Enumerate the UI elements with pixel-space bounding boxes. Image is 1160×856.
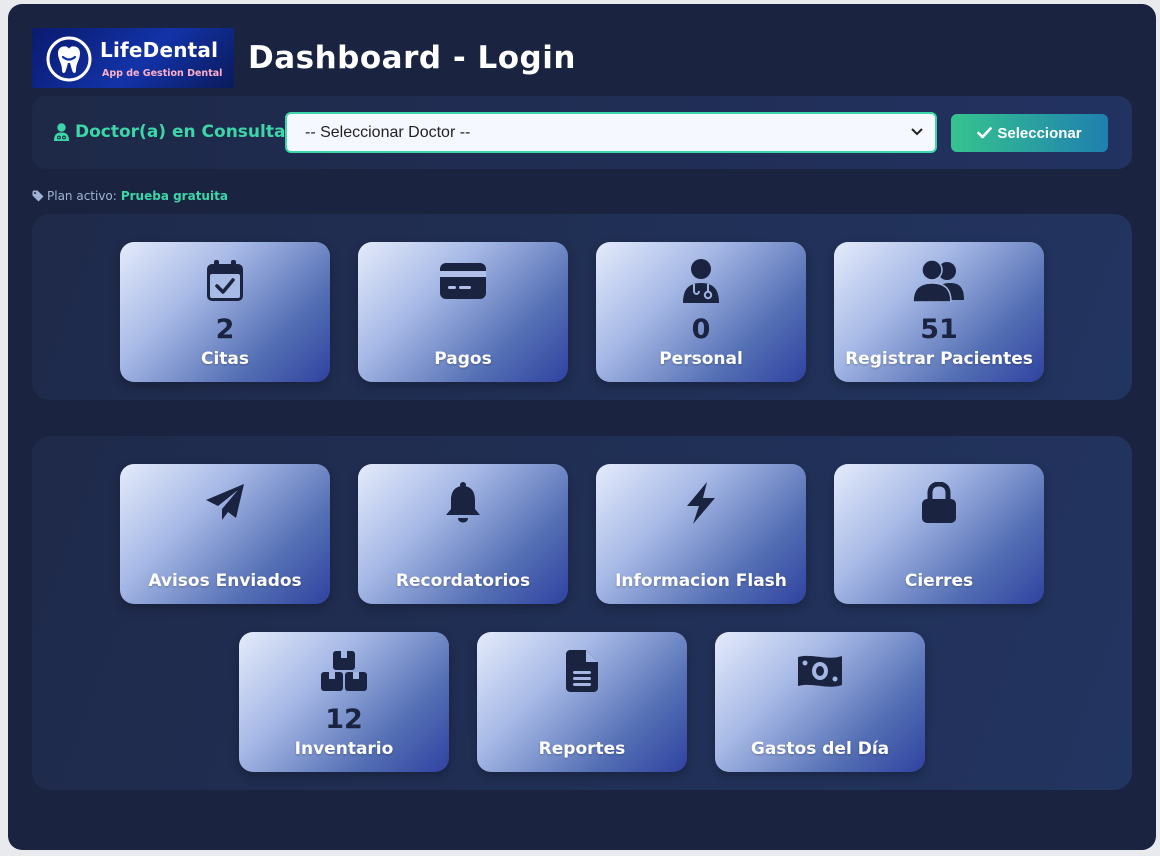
- credit-card-icon: [440, 263, 486, 299]
- header: LifeDental App de Gestion Dental Dashboa…: [32, 28, 576, 88]
- card-pagos[interactable]: Pagos: [358, 242, 568, 382]
- card-cierres[interactable]: Cierres: [834, 464, 1044, 604]
- card-label: Gastos del Día: [750, 739, 890, 759]
- card-count: 51: [920, 314, 958, 345]
- chevron-down-icon: [911, 128, 923, 136]
- card-label: Personal: [659, 349, 743, 369]
- card-count: 0: [691, 314, 711, 345]
- file-icon: [566, 650, 598, 692]
- logo: LifeDental App de Gestion Dental: [32, 28, 234, 88]
- check-icon: [977, 127, 993, 139]
- stats-panel: 2 Citas Pagos 0 Personal 51 Registrar Pa…: [32, 214, 1132, 400]
- card-reportes[interactable]: Reportes: [477, 632, 687, 772]
- bolt-icon: [687, 482, 715, 524]
- calendar-check-icon: [207, 260, 243, 301]
- lock-icon: [922, 482, 956, 523]
- doctor-bar: Doctor(a) en Consulta: -- Seleccionar Do…: [32, 96, 1132, 169]
- plan-label: Plan activo:: [47, 189, 117, 203]
- card-label: Avisos Enviados: [148, 571, 302, 591]
- card-label: Informacion Flash: [615, 571, 787, 591]
- card-count: 12: [325, 704, 363, 735]
- card-avisos-enviados[interactable]: Avisos Enviados: [120, 464, 330, 604]
- doctor-label: Doctor(a) en Consulta:: [54, 122, 292, 142]
- users-icon: [913, 260, 964, 302]
- paper-plane-icon: [206, 484, 244, 520]
- select-doctor-button-label: Seleccionar: [997, 124, 1082, 142]
- card-inventario[interactable]: 12 Inventario: [239, 632, 449, 772]
- tooth-logo-icon: [46, 36, 92, 82]
- page-title: Dashboard - Login: [248, 40, 576, 76]
- brand-tagline: App de Gestion Dental: [102, 68, 223, 79]
- select-doctor-button[interactable]: Seleccionar: [951, 114, 1108, 152]
- card-label: Registrar Pacientes: [845, 349, 1033, 369]
- plan-info: Plan activo: Prueba gratuita: [32, 189, 228, 203]
- card-recordatorios[interactable]: Recordatorios: [358, 464, 568, 604]
- card-label: Pagos: [434, 349, 492, 369]
- tag-icon: [32, 190, 44, 202]
- card-informacion-flash[interactable]: Informacion Flash: [596, 464, 806, 604]
- brand-name: LifeDental: [100, 38, 219, 62]
- card-count: 2: [215, 314, 235, 345]
- plan-value: Prueba gratuita: [120, 189, 228, 203]
- user-doctor-icon: [54, 123, 69, 141]
- boxes-icon: [321, 651, 367, 691]
- doctor-select-value: -- Seleccionar Doctor --: [305, 124, 471, 141]
- bell-icon: [446, 482, 480, 523]
- card-label: Recordatorios: [395, 571, 531, 591]
- card-registrar-pacientes[interactable]: 51 Registrar Pacientes: [834, 242, 1044, 382]
- card-gastos-del-dia[interactable]: Gastos del Día: [715, 632, 925, 772]
- modules-panel: Avisos Enviados Recordatorios Informacio…: [32, 436, 1132, 790]
- card-label: Reportes: [538, 739, 626, 759]
- card-label: Inventario: [294, 739, 394, 759]
- card-label: Citas: [200, 349, 250, 369]
- doctor-select[interactable]: -- Seleccionar Doctor --: [285, 112, 937, 153]
- card-personal[interactable]: 0 Personal: [596, 242, 806, 382]
- doctor-label-text: Doctor(a) en Consulta:: [75, 122, 293, 142]
- app-container: LifeDental App de Gestion Dental Dashboa…: [8, 4, 1156, 850]
- card-citas[interactable]: 2 Citas: [120, 242, 330, 382]
- card-label: Cierres: [904, 571, 974, 591]
- doctor-icon: [683, 259, 719, 303]
- money-bill-icon: [798, 655, 842, 687]
